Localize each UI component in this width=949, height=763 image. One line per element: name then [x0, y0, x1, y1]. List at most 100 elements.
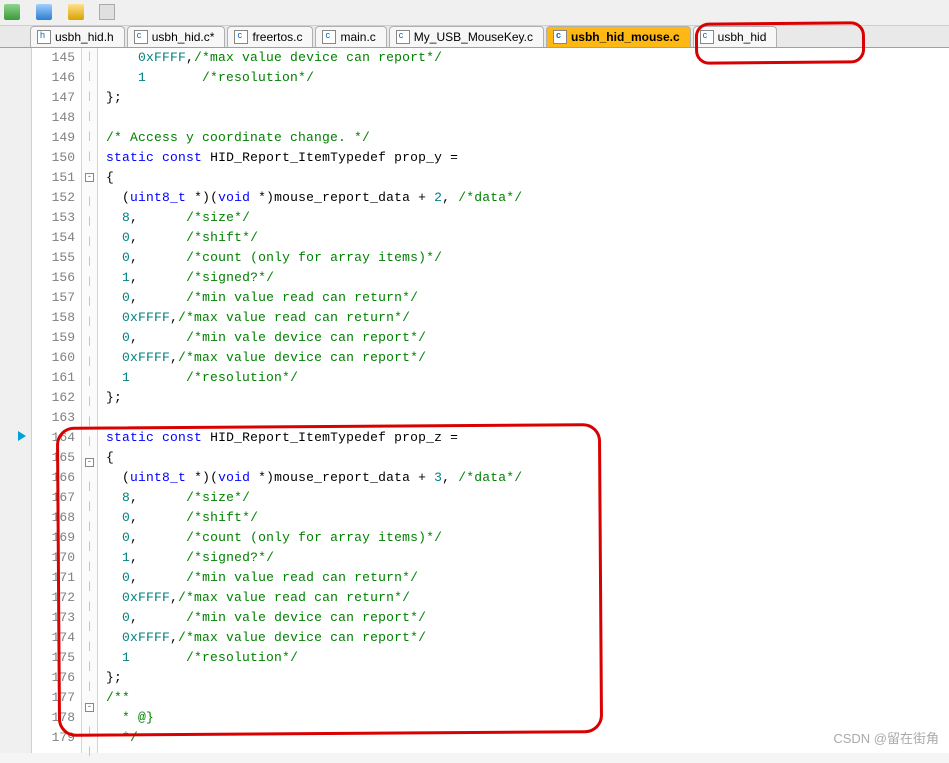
code-line[interactable]: };	[106, 388, 949, 408]
line-number: 176	[32, 668, 75, 688]
code-line[interactable]: /**	[106, 688, 949, 708]
line-number: 151	[32, 168, 75, 188]
code-line[interactable]: 0xFFFF,/*max value device can report*/	[106, 48, 949, 68]
file-c-icon	[553, 30, 567, 44]
line-number: 178	[32, 708, 75, 728]
file-c-icon	[396, 30, 410, 44]
line-number: 160	[32, 348, 75, 368]
code-line[interactable]: 0, /*min value read can return*/	[106, 568, 949, 588]
code-line[interactable]: 0xFFFF,/*max value device can report*/	[106, 348, 949, 368]
line-number: 177	[32, 688, 75, 708]
file-c-icon	[322, 30, 336, 44]
tab-usbh-hid-mouse-c[interactable]: usbh_hid_mouse.c	[546, 26, 691, 47]
tab-freertos-c[interactable]: freertos.c	[227, 26, 313, 47]
code-line[interactable]: */	[106, 728, 949, 748]
tab-label: usbh_hid	[718, 30, 767, 44]
code-line[interactable]: 1 /*resolution*/	[106, 68, 949, 88]
code-line[interactable]: 1, /*signed?*/	[106, 548, 949, 568]
gutter-fold[interactable]: ||||||-|||||||||||||-|||||||||||-||	[82, 48, 98, 753]
line-number: 179	[32, 728, 75, 748]
gutter-breakpoints[interactable]	[0, 48, 32, 753]
code-line[interactable]: 0xFFFF,/*max value device can report*/	[106, 628, 949, 648]
code-line[interactable]: 0, /*min value read can return*/	[106, 288, 949, 308]
tab-label: main.c	[340, 30, 375, 44]
code-line[interactable]	[106, 408, 949, 428]
code-line[interactable]: 1, /*signed?*/	[106, 268, 949, 288]
line-number: 150	[32, 148, 75, 168]
line-number: 162	[32, 388, 75, 408]
code-line[interactable]: 0, /*min vale device can report*/	[106, 608, 949, 628]
line-number: 153	[32, 208, 75, 228]
code-line[interactable]: };	[106, 88, 949, 108]
line-number: 171	[32, 568, 75, 588]
line-number: 167	[32, 488, 75, 508]
tab-my-usb-mousekey-c[interactable]: My_USB_MouseKey.c	[389, 26, 544, 47]
line-number: 147	[32, 88, 75, 108]
line-number: 156	[32, 268, 75, 288]
code-line[interactable]: 1 /*resolution*/	[106, 648, 949, 668]
line-number: 145	[32, 48, 75, 68]
fold-toggle-icon[interactable]: -	[85, 173, 94, 182]
code-line[interactable]: 0, /*shift*/	[106, 228, 949, 248]
line-number: 174	[32, 628, 75, 648]
code-line[interactable]: (uint8_t *)(void *)mouse_report_data + 3…	[106, 468, 949, 488]
code-line[interactable]: 0xFFFF,/*max value read can return*/	[106, 308, 949, 328]
file-c-icon	[134, 30, 148, 44]
code-line[interactable]: 1 /*resolution*/	[106, 368, 949, 388]
editor: 1451461471481491501511521531541551561571…	[0, 48, 949, 753]
tab-label: usbh_hid.h	[55, 30, 114, 44]
line-number: 158	[32, 308, 75, 328]
line-number: 146	[32, 68, 75, 88]
code-line[interactable]: {	[106, 168, 949, 188]
gutter-line-numbers: 1451461471481491501511521531541551561571…	[32, 48, 82, 753]
tab-label: freertos.c	[252, 30, 302, 44]
line-number: 154	[32, 228, 75, 248]
fold-toggle-icon[interactable]: -	[85, 703, 94, 712]
code-line[interactable]: 8, /*size*/	[106, 208, 949, 228]
line-number: 166	[32, 468, 75, 488]
tab-label: My_USB_MouseKey.c	[414, 30, 533, 44]
line-number: 173	[32, 608, 75, 628]
line-number: 155	[32, 248, 75, 268]
code-line[interactable]: {	[106, 448, 949, 468]
tab-main-c[interactable]: main.c	[315, 26, 386, 47]
code-line[interactable]: /* Access y coordinate change. */	[106, 128, 949, 148]
line-number: 163	[32, 408, 75, 428]
line-number: 159	[32, 328, 75, 348]
code-line[interactable]: static const HID_Report_ItemTypedef prop…	[106, 428, 949, 448]
fold-toggle-icon[interactable]: -	[85, 458, 94, 467]
code-line[interactable]: (uint8_t *)(void *)mouse_report_data + 2…	[106, 188, 949, 208]
tab-bar: usbh_hid.h usbh_hid.c* freertos.c main.c My_…	[0, 26, 949, 48]
code-line[interactable]: * @}	[106, 708, 949, 728]
toolbar-icon[interactable]	[68, 4, 84, 20]
line-number: 152	[32, 188, 75, 208]
tab-label: usbh_hid.c*	[152, 30, 215, 44]
code-line[interactable]: 0, /*count (only for array items)*/	[106, 248, 949, 268]
code-line[interactable]: 0, /*shift*/	[106, 508, 949, 528]
line-number: 164	[32, 428, 75, 448]
toolbar-icon[interactable]	[99, 4, 115, 20]
line-number: 157	[32, 288, 75, 308]
line-number: 172	[32, 588, 75, 608]
code-line[interactable]: 8, /*size*/	[106, 488, 949, 508]
toolbar	[0, 0, 949, 26]
tab-label: usbh_hid_mouse.c	[571, 30, 680, 44]
toolbar-icon[interactable]	[4, 4, 20, 20]
tab-usbh-hid-c-[interactable]: usbh_hid.c*	[127, 26, 226, 47]
code-line[interactable]: static const HID_Report_ItemTypedef prop…	[106, 148, 949, 168]
code-line[interactable]: 0xFFFF,/*max value read can return*/	[106, 588, 949, 608]
code-line[interactable]: };	[106, 668, 949, 688]
code-area[interactable]: 0xFFFF,/*max value device can report*/ 1…	[98, 48, 949, 753]
file-c-icon	[234, 30, 248, 44]
line-number: 165	[32, 448, 75, 468]
tab-usbh-hid-h[interactable]: usbh_hid.h	[30, 26, 125, 47]
code-line[interactable]	[106, 108, 949, 128]
toolbar-icon[interactable]	[36, 4, 52, 20]
line-number: 148	[32, 108, 75, 128]
line-number: 168	[32, 508, 75, 528]
file-c-icon	[700, 30, 714, 44]
code-line[interactable]: 0, /*count (only for array items)*/	[106, 528, 949, 548]
tab-usbh-hid[interactable]: usbh_hid	[693, 26, 778, 47]
line-number: 170	[32, 548, 75, 568]
code-line[interactable]: 0, /*min vale device can report*/	[106, 328, 949, 348]
